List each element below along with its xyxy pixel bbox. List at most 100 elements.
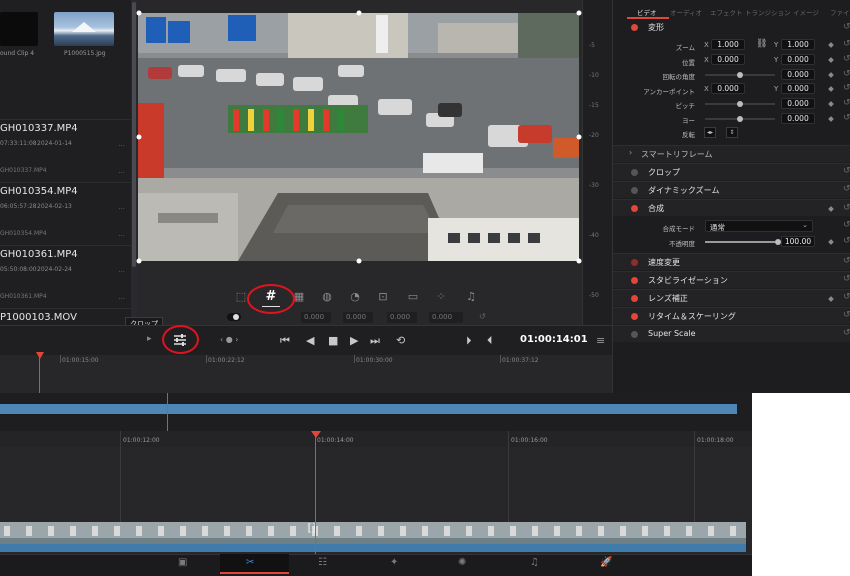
lower-playhead-marker[interactable] bbox=[311, 431, 321, 438]
transform-handle[interactable] bbox=[136, 134, 142, 140]
mark-in-icon[interactable]: ⏵ bbox=[466, 334, 472, 348]
opensfx-tool-icon[interactable]: ◍ bbox=[320, 290, 334, 304]
reset-icon[interactable]: ↺ bbox=[843, 203, 850, 213]
reset-icon[interactable]: ↺ bbox=[843, 98, 850, 108]
reset-icon[interactable]: ↺ bbox=[843, 83, 850, 93]
upper-playhead-marker[interactable] bbox=[36, 352, 44, 359]
keyframe-diamond[interactable] bbox=[828, 72, 834, 78]
chevron-right-icon[interactable]: › bbox=[629, 148, 632, 157]
play-icon[interactable]: ▶ bbox=[350, 334, 358, 347]
go-to-end-icon[interactable]: ⏭ bbox=[370, 334, 380, 348]
crop-value-field[interactable]: 0.000 bbox=[343, 312, 373, 323]
crop-value-field[interactable]: 0.000 bbox=[387, 312, 417, 323]
keyframe-diamond[interactable] bbox=[828, 101, 834, 107]
reset-icon[interactable]: ↺ bbox=[479, 312, 486, 321]
crop-value-field[interactable]: 0.000 bbox=[429, 312, 463, 323]
keyframe-diamond[interactable] bbox=[828, 239, 834, 245]
clip-item[interactable]: GH010354.MP4 06:05:57:28 2024-02-13 ... … bbox=[0, 182, 131, 244]
stabilization-title[interactable]: スタビライゼーション bbox=[648, 275, 728, 286]
stabilize-tool-icon[interactable]: ▭ bbox=[406, 290, 420, 304]
transform-handle[interactable] bbox=[356, 10, 362, 16]
go-to-start-icon[interactable]: ⏮ bbox=[280, 334, 290, 348]
retime-enable-toggle[interactable] bbox=[631, 313, 638, 320]
composite-title[interactable]: 合成 bbox=[648, 203, 664, 214]
lens-correction-title[interactable]: レンズ補正 bbox=[648, 293, 688, 304]
mark-out-icon[interactable]: ⏴ bbox=[487, 334, 493, 348]
reset-icon[interactable]: ↺ bbox=[843, 166, 850, 176]
nav-dots[interactable]: ‹ ● › bbox=[220, 335, 238, 344]
transform-handle[interactable] bbox=[356, 258, 362, 264]
reset-icon[interactable]: ↺ bbox=[843, 292, 850, 302]
smart-reframe-tool-icon[interactable]: ⁘ bbox=[434, 290, 448, 304]
cut-page-icon[interactable]: ✂ bbox=[246, 557, 254, 568]
composite-enable-toggle[interactable] bbox=[631, 205, 638, 212]
reset-icon[interactable]: ↺ bbox=[843, 184, 850, 194]
stop-icon[interactable]: ■ bbox=[328, 334, 338, 347]
keyframe-diamond[interactable] bbox=[828, 57, 834, 63]
crop-title[interactable]: クロップ bbox=[648, 167, 680, 178]
opacity-slider[interactable] bbox=[705, 241, 775, 243]
super-scale-title[interactable]: Super Scale bbox=[648, 329, 696, 338]
flip-vertical-button[interactable]: ⇕ bbox=[726, 127, 738, 138]
position-x-field[interactable]: 0.000 bbox=[711, 54, 745, 65]
super-scale-enable-toggle[interactable] bbox=[631, 331, 638, 338]
pitch-field[interactable]: 0.000 bbox=[781, 98, 815, 109]
viewer-menu-icon[interactable]: ≡ bbox=[596, 334, 605, 347]
lens-correction-enable-toggle[interactable] bbox=[631, 295, 638, 302]
video-clip-filmstrip[interactable] bbox=[0, 522, 746, 552]
transform-handle[interactable] bbox=[136, 258, 142, 264]
crop-value-field[interactable]: 0.000 bbox=[301, 312, 331, 323]
stabilization-enable-toggle[interactable] bbox=[631, 277, 638, 284]
zoom-y-field[interactable]: 1.000 bbox=[781, 39, 815, 50]
reset-icon[interactable]: ↺ bbox=[843, 113, 850, 123]
loop-icon[interactable]: ⟲ bbox=[396, 334, 405, 347]
speed-change-title[interactable]: 速度変更 bbox=[648, 257, 680, 268]
reset-icon[interactable]: ↺ bbox=[843, 256, 850, 266]
play-reverse-icon[interactable]: ◀ bbox=[306, 334, 314, 347]
media-page-icon[interactable]: ▣ bbox=[178, 557, 187, 568]
image-thumbnail[interactable] bbox=[54, 12, 114, 46]
camera-tool-icon[interactable]: ⊡ bbox=[376, 290, 390, 304]
sound-clip-thumbnail[interactable] bbox=[0, 12, 38, 46]
retime-title[interactable]: リタイム＆スケーリング bbox=[648, 311, 736, 322]
reset-icon[interactable]: ↺ bbox=[843, 274, 850, 284]
upper-timeline-ruler[interactable]: 01:00:15:00 01:00:22:12 01:00:30:00 01:0… bbox=[0, 355, 612, 393]
position-y-field[interactable]: 0.000 bbox=[781, 54, 815, 65]
transform-handle[interactable] bbox=[136, 10, 142, 16]
upper-clip-bar[interactable] bbox=[0, 404, 737, 414]
reset-icon[interactable]: ↺ bbox=[843, 39, 850, 49]
flip-horizontal-button[interactable]: ◂▸ bbox=[704, 127, 716, 138]
keyframe-diamond[interactable] bbox=[828, 116, 834, 122]
toggle-switch[interactable] bbox=[227, 313, 241, 321]
reset-icon[interactable]: ↺ bbox=[843, 328, 850, 338]
reset-icon[interactable]: ↺ bbox=[843, 54, 850, 64]
speed-change-enable-toggle[interactable] bbox=[631, 259, 638, 266]
tab-audio[interactable]: オーディオ bbox=[670, 7, 702, 17]
yaw-field[interactable]: 0.000 bbox=[781, 113, 815, 124]
dynamic-zoom-title[interactable]: ダイナミックズーム bbox=[648, 185, 719, 196]
slider-knob[interactable] bbox=[737, 101, 743, 107]
reset-icon[interactable]: ↺ bbox=[843, 22, 850, 32]
clip-item[interactable]: GH010361.MP4 05:50:08:00 2024-02-24 ... … bbox=[0, 245, 131, 307]
clip-item[interactable]: P1000103.MOV bbox=[0, 308, 131, 325]
rotation-field[interactable]: 0.000 bbox=[781, 69, 815, 80]
color-page-icon[interactable]: ✺ bbox=[458, 557, 466, 568]
reset-icon[interactable]: ↺ bbox=[843, 310, 850, 320]
slider-knob[interactable] bbox=[737, 72, 743, 78]
tab-effects[interactable]: エフェクト bbox=[710, 7, 743, 17]
audio-tool-icon[interactable]: ♫ bbox=[464, 290, 478, 304]
reset-icon[interactable]: ↺ bbox=[843, 236, 850, 246]
opacity-field[interactable]: 100.00 bbox=[781, 236, 815, 247]
transform-tool-icon[interactable]: ⬚ bbox=[234, 290, 248, 304]
link-icon[interactable]: ⛓ bbox=[756, 39, 767, 49]
viewer-options-icon[interactable]: ▸ bbox=[147, 334, 152, 344]
tab-transition[interactable]: トランジション bbox=[745, 7, 791, 17]
deliver-page-icon[interactable]: 🚀 bbox=[600, 557, 612, 568]
dynamic-zoom-enable-toggle[interactable] bbox=[631, 187, 638, 194]
video-frame[interactable] bbox=[138, 13, 579, 261]
lower-timeline-ruler[interactable] bbox=[0, 431, 752, 447]
smart-reframe-title[interactable]: スマートリフレーム bbox=[641, 149, 713, 160]
speed-tool-icon[interactable]: ◔ bbox=[348, 290, 362, 304]
fairlight-page-icon[interactable]: ♫ bbox=[530, 557, 539, 568]
anchor-y-field[interactable]: 0.000 bbox=[781, 83, 815, 94]
